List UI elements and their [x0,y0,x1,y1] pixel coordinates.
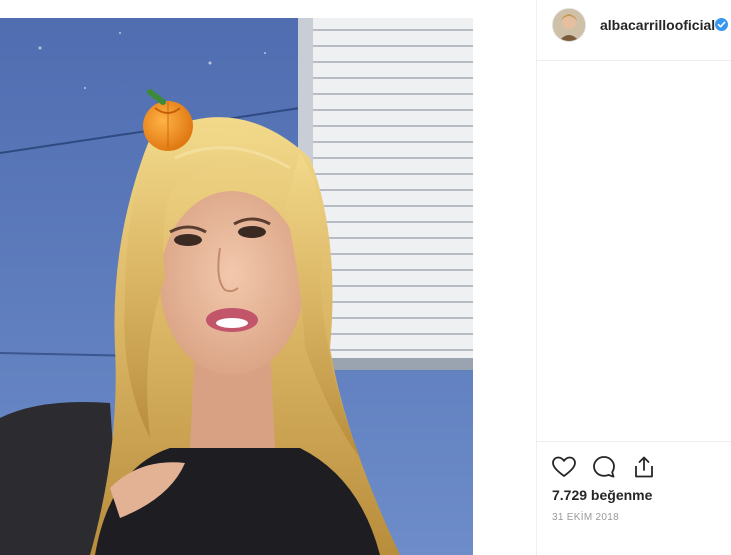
share-upload-icon[interactable] [631,454,657,480]
username-link[interactable]: albacarrillooficial [600,17,715,33]
profile-avatar[interactable] [552,8,586,42]
likes-count[interactable]: 7.729 beğenme [552,487,652,503]
post-date[interactable]: 31 EKİM 2018 [552,512,619,523]
post-sidebar: albacarrillooficial 7.729 beğenme 31 EKİ… [536,0,731,555]
post-header: albacarrillooficial [536,0,731,61]
post-actions-section: 7.729 beğenme 31 EKİM 2018 [536,441,731,555]
avatar-image [553,9,585,41]
heart-icon[interactable] [551,454,577,480]
verified-badge-icon [715,18,728,31]
post-photo[interactable] [0,18,473,555]
post-photo-artwork [0,18,473,555]
comment-bubble-icon[interactable] [591,454,617,480]
instagram-post-view: albacarrillooficial 7.729 beğenme 31 EKİ… [0,0,731,555]
